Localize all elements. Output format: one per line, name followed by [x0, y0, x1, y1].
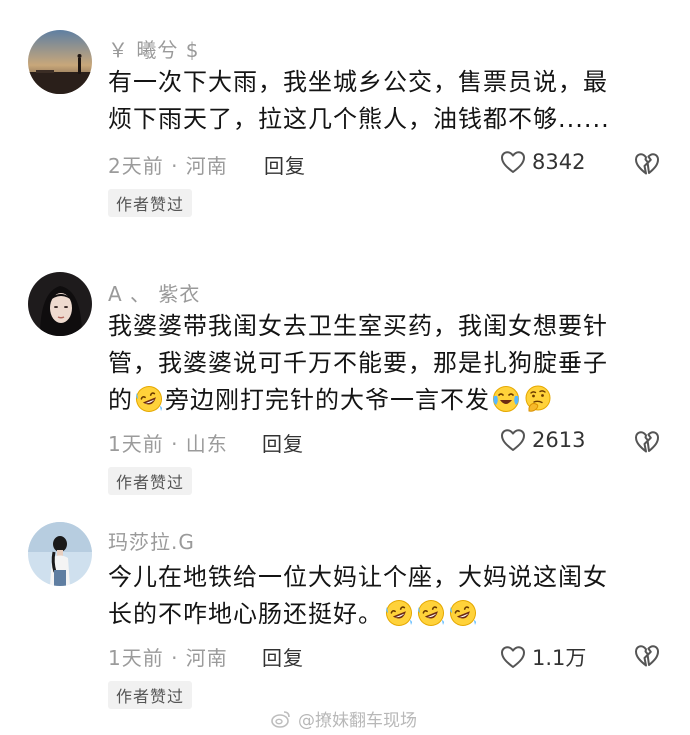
rolling-laughing-emoji	[134, 384, 164, 414]
comment-line: 今儿在地铁给一位大妈让个座，大妈说这闺女	[108, 563, 608, 591]
rolling-laughing-emoji	[448, 598, 478, 628]
like-button[interactable]: 1.1万	[500, 642, 586, 672]
comment-text: 长的不咋地心肠还挺好。	[108, 600, 383, 628]
heart-outline-icon	[500, 150, 526, 174]
dislike-button[interactable]	[634, 644, 660, 668]
like-count: 2613	[532, 428, 586, 452]
comment-line: 烦下雨天了，拉这几个熊人，油钱都不够......	[108, 105, 610, 133]
broken-heart-icon	[634, 644, 660, 668]
comment-line: 我婆婆带我闺女去卫生室买药，我闺女想要针	[108, 312, 608, 340]
like-count: 8342	[532, 150, 586, 174]
comment-line: 有一次下大雨，我坐城乡公交，售票员说，最	[108, 68, 608, 96]
avatar[interactable]	[28, 522, 92, 586]
heart-outline-icon	[500, 645, 526, 669]
broken-heart-icon	[634, 430, 660, 454]
author-liked-badge: 作者赞过	[108, 681, 193, 709]
broken-heart-icon	[634, 152, 660, 176]
comment-content: 我婆婆带我闺女去卫生室买药，我闺女想要针 管，我婆婆说可千万不能要，那是扎狗腚垂…	[108, 308, 660, 419]
avatar-image	[28, 522, 92, 586]
like-count: 1.1万	[532, 646, 587, 670]
like-button[interactable]: 8342	[500, 150, 585, 174]
reply-button[interactable]: 回复	[264, 150, 306, 179]
reply-button[interactable]: 回复	[262, 642, 304, 671]
comment-meta: 1天前 · 河南	[108, 646, 228, 670]
comment-username[interactable]: 玛莎拉.G	[108, 526, 195, 555]
avatar[interactable]	[28, 272, 92, 336]
avatar-image	[28, 30, 92, 94]
weibo-logo-icon	[270, 708, 292, 730]
comment-line: 的 旁边刚打完针的大爷一言不发	[108, 382, 660, 419]
comment-meta: 2天前 · 河南	[108, 154, 228, 178]
avatar-image	[28, 272, 92, 336]
watermark: @撩妹翻车现场	[270, 706, 417, 731]
comment-content: 有一次下大雨，我坐城乡公交，售票员说，最 烦下雨天了，拉这几个熊人，油钱都不够.…	[108, 64, 660, 138]
rolling-laughing-emoji	[416, 598, 446, 628]
comment-text: 旁边刚打完针的大爷一言不发	[165, 386, 490, 414]
watermark-text: @撩妹翻车现场	[298, 711, 417, 731]
comment-line: 长的不咋地心肠还挺好。	[108, 596, 660, 633]
comment-username[interactable]: ￥ 曦兮 $	[108, 34, 199, 63]
author-liked-badge: 作者赞过	[108, 189, 193, 217]
dislike-button[interactable]	[634, 430, 660, 454]
author-liked-badge: 作者赞过	[108, 467, 193, 495]
reply-button[interactable]: 回复	[262, 428, 304, 457]
comment-username[interactable]: A 、 紫衣	[108, 278, 200, 307]
comment-line: 管，我婆婆说可千万不能要，那是扎狗腚垂子	[108, 349, 608, 377]
comment-text: 的	[108, 386, 133, 414]
comment-meta: 1天前 · 山东	[108, 432, 228, 456]
thinking-emoji	[523, 384, 553, 414]
comment-1: ￥ 曦兮 $ 有一次下大雨，我坐城乡公交，售票员说，最 烦下雨天了，拉这几个熊人…	[0, 0, 690, 230]
rolling-laughing-emoji	[384, 598, 414, 628]
avatar[interactable]	[28, 30, 92, 94]
crying-laughing-emoji	[491, 384, 521, 414]
heart-outline-icon	[500, 428, 526, 452]
like-button[interactable]: 2613	[500, 428, 585, 452]
comment-content: 今儿在地铁给一位大妈让个座，大妈说这闺女 长的不咋地心肠还挺好。	[108, 559, 660, 633]
dislike-button[interactable]	[634, 152, 660, 176]
